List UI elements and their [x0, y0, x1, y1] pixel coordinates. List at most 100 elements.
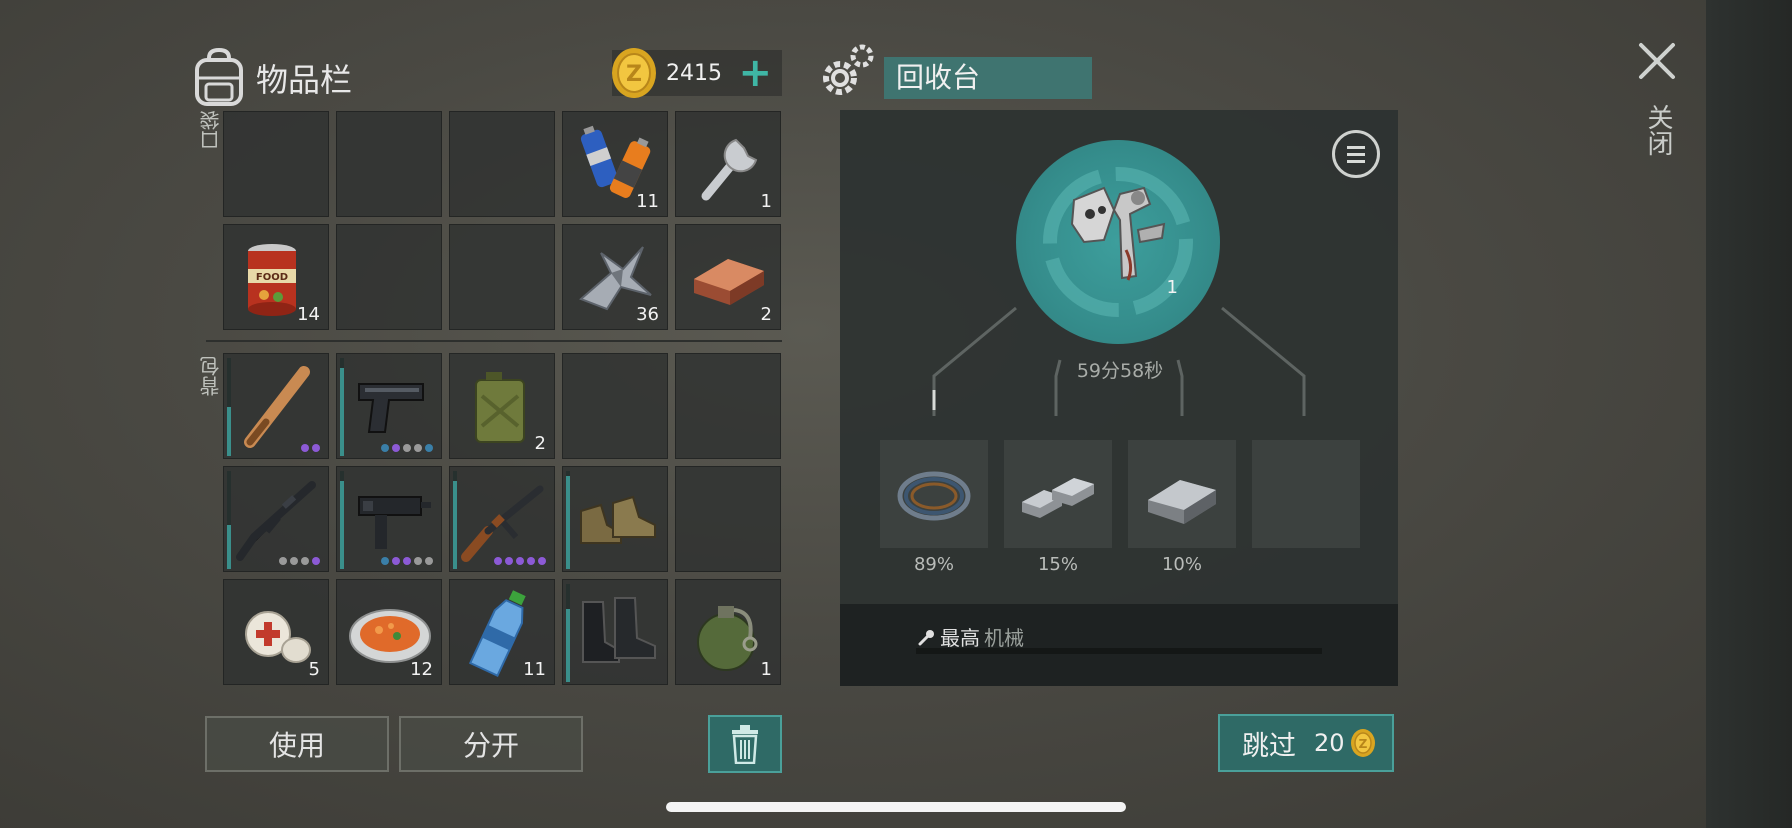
uzi-icon: [358, 496, 431, 549]
recycle-input-slot[interactable]: 1: [1016, 140, 1220, 344]
output-slot[interactable]: [880, 440, 988, 548]
section-divider: [206, 340, 782, 342]
backpack-slot[interactable]: [562, 353, 668, 459]
use-button[interactable]: 使用: [205, 716, 389, 772]
close-label[interactable]: 关闭: [1640, 104, 1677, 156]
skip-button[interactable]: 跳过 20 Z: [1218, 714, 1394, 772]
coin-amount: 2415: [666, 60, 722, 86]
gears-icon: [823, 44, 874, 95]
backpack-slot[interactable]: 12: [336, 579, 442, 685]
backpack-slot[interactable]: [223, 353, 329, 459]
upgrade-dot: [516, 557, 524, 565]
recycle-timer: 59分58秒: [1076, 360, 1164, 382]
upgrade-dot: [301, 444, 309, 452]
pistol-icon: [358, 383, 424, 433]
svg-text:FOOD: FOOD: [256, 272, 288, 283]
backpack-icon: [195, 48, 243, 106]
upgrade-dot: [381, 557, 389, 565]
backpack-slot[interactable]: 11: [449, 579, 555, 685]
pocket-slot[interactable]: [449, 224, 555, 330]
upgrade-dot: [312, 557, 320, 565]
upgrade-dot: [414, 557, 422, 565]
backpack-slot[interactable]: [562, 579, 668, 685]
upgrade-dots: [381, 444, 433, 452]
inventory-header: 物品栏: [192, 40, 352, 116]
item-quantity: 14: [297, 304, 320, 325]
backpack-slot[interactable]: 2: [449, 353, 555, 459]
upgrade-dot: [403, 557, 411, 565]
wire-icon: [897, 471, 971, 521]
backpack-slot[interactable]: 5: [223, 579, 329, 685]
drop-chance: 10%: [1161, 554, 1202, 575]
bench-requirement: 最高 机械: [918, 622, 1024, 651]
upgrade-dot: [301, 557, 309, 565]
right-shade: [1706, 0, 1792, 828]
upgrade-dot: [494, 557, 502, 565]
upgrade-dot: [527, 557, 535, 565]
pocket-slot[interactable]: [336, 111, 442, 217]
trash-icon: [732, 725, 758, 764]
item-quantity: 12: [410, 659, 433, 680]
discard-button[interactable]: [708, 715, 782, 773]
backpack-label: 背包: [199, 356, 223, 396]
item-quantity: 36: [636, 304, 659, 325]
output-slot[interactable]: [1004, 440, 1112, 548]
coin-icon: Z: [1350, 729, 1375, 757]
upgrade-dots: [279, 557, 320, 565]
upgrade-dot: [538, 557, 546, 565]
item-quantity: 11: [523, 659, 546, 680]
backpack-slot[interactable]: [336, 466, 442, 572]
recycler-title: 回收台: [884, 57, 1092, 99]
drop-chance: 15%: [1037, 554, 1078, 575]
upgrade-dot: [392, 557, 400, 565]
durability-bar: [227, 358, 231, 456]
upgrade-dot: [414, 444, 422, 452]
coin-balance: Z 2415 +: [612, 48, 782, 98]
backpack-slot[interactable]: 1: [675, 579, 781, 685]
pocket-slot[interactable]: [223, 111, 329, 217]
pocket-slot[interactable]: FOOD 14: [223, 224, 329, 330]
backpack-slot[interactable]: [675, 466, 781, 572]
backpack-slot[interactable]: [223, 466, 329, 572]
backpack-slot[interactable]: [562, 466, 668, 572]
ak-rifle-icon: [461, 485, 544, 562]
item-quantity: 5: [308, 659, 320, 680]
upgrade-dot: [425, 444, 433, 452]
upgrade-dot: [290, 557, 298, 565]
split-button[interactable]: 分开: [399, 716, 583, 772]
item-quantity: 2: [760, 304, 772, 325]
combat-boots-icon: [582, 597, 656, 663]
scrap-parts-icon: [1070, 186, 1166, 281]
wrench-small-icon: [918, 629, 934, 645]
skip-label: 跳过: [1242, 730, 1296, 762]
home-indicator[interactable]: [666, 802, 1126, 812]
upgrade-dot: [425, 557, 433, 565]
item-quantity: 1: [760, 659, 772, 680]
bench-progress-bar: [916, 648, 1322, 654]
add-coins-button[interactable]: +: [738, 53, 772, 93]
pocket-label: 口袋: [199, 110, 223, 150]
pocket-slot[interactable]: 36: [562, 224, 668, 330]
close-icon[interactable]: [1636, 40, 1678, 82]
backpack-slot[interactable]: [336, 353, 442, 459]
recycler-menu-button[interactable]: [1332, 130, 1380, 178]
output-slot[interactable]: [1128, 440, 1236, 548]
durability-bar: [340, 471, 344, 569]
durability-bar: [566, 471, 570, 569]
output-slot[interactable]: [1252, 440, 1360, 548]
pocket-slot[interactable]: 11: [562, 111, 668, 217]
backpack-slot[interactable]: [675, 353, 781, 459]
pocket-slot[interactable]: 1: [675, 111, 781, 217]
svg-text:Z: Z: [1358, 737, 1367, 751]
item-quantity: 2: [534, 433, 546, 454]
pocket-slot[interactable]: [449, 111, 555, 217]
iron-ingot-icon: [1148, 480, 1216, 524]
item-quantity: 1: [760, 191, 772, 212]
upgrade-dots: [301, 444, 320, 452]
upgrade-dot: [505, 557, 513, 565]
steel-bars-icon: [1022, 478, 1094, 518]
pocket-slot[interactable]: [336, 224, 442, 330]
durability-bar: [566, 584, 570, 682]
pocket-slot[interactable]: 2: [675, 224, 781, 330]
backpack-slot[interactable]: [449, 466, 555, 572]
